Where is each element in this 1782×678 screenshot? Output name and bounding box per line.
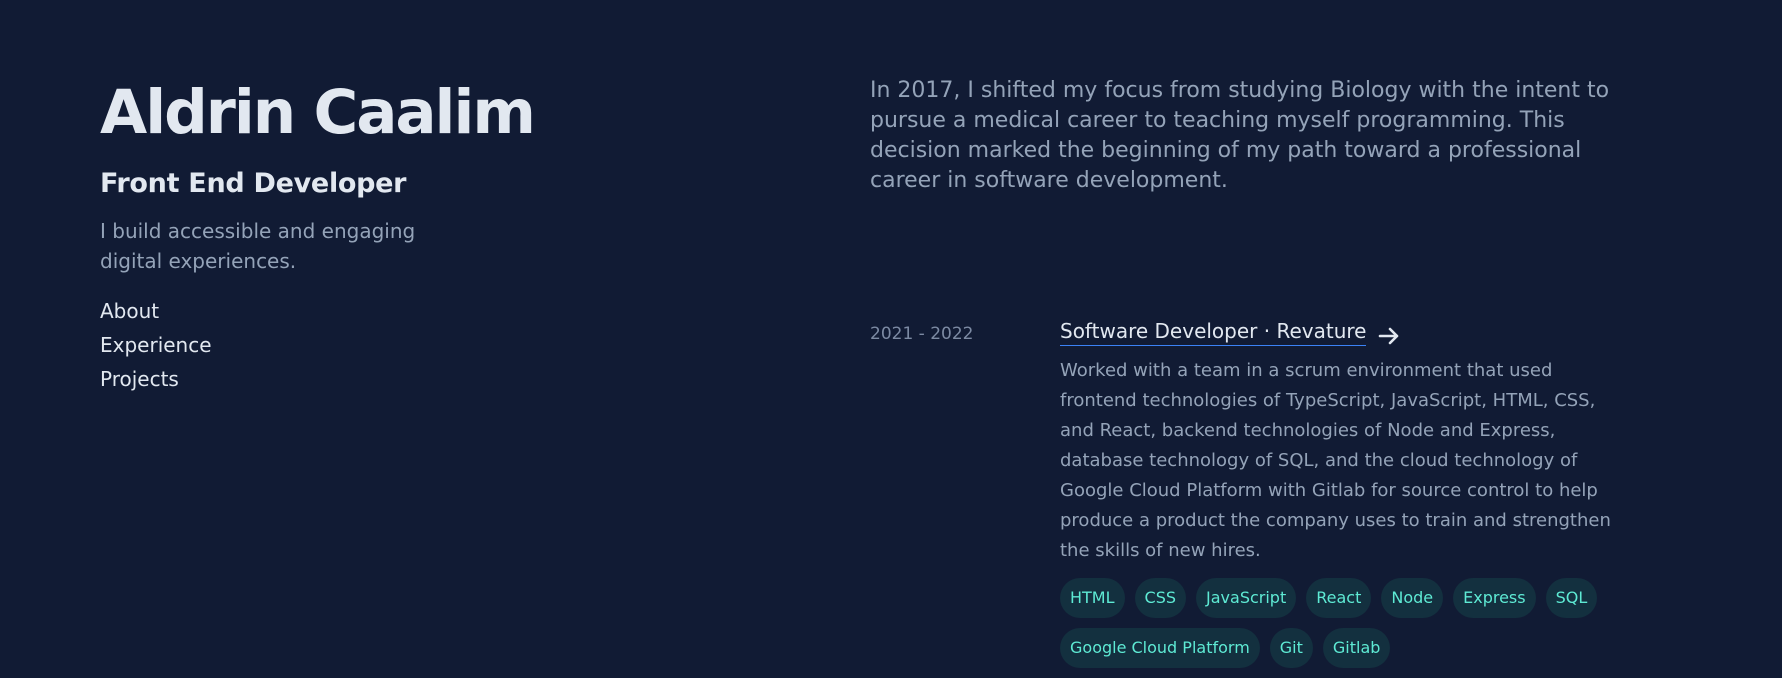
- tech-tag: Git: [1269, 628, 1313, 668]
- section-nav: About Experience Projects: [100, 294, 560, 396]
- experience-title: Software Developer · Revature: [1060, 318, 1367, 346]
- tech-tag: JavaScript: [1196, 578, 1297, 618]
- experience-body: Software Developer · Revature Worked wit…: [1060, 318, 1630, 668]
- arrow-right-icon: [1378, 323, 1400, 345]
- tech-tag: CSS: [1134, 578, 1187, 618]
- tech-tag: Gitlab: [1322, 628, 1391, 668]
- about-text: In 2017, I shifted my focus from studyin…: [870, 78, 1610, 193]
- nav-item-projects[interactable]: Projects: [100, 362, 179, 396]
- experience-title-link[interactable]: Software Developer · Revature: [1060, 318, 1400, 346]
- profile-role: Front End Developer: [100, 168, 407, 199]
- nav-item-about[interactable]: About: [100, 294, 159, 328]
- about-section: In 2017, I shifted my focus from studyin…: [870, 76, 1630, 196]
- tech-tag: Express: [1453, 578, 1536, 618]
- experience-description: Worked with a team in a scrum environmen…: [1060, 360, 1611, 561]
- profile-tagline: I build accessible and engaging digital …: [100, 219, 416, 273]
- portfolio-page: Aldrin Caalim Front End Developer I buil…: [0, 0, 1782, 678]
- profile-header: Aldrin Caalim Front End Developer I buil…: [100, 76, 560, 396]
- tech-tag: React: [1306, 578, 1372, 618]
- profile-name: Aldrin Caalim: [100, 77, 536, 148]
- tech-tag-list: HTML CSS JavaScript React Node Express S…: [1060, 578, 1630, 668]
- tech-tag: SQL: [1545, 578, 1598, 618]
- tech-tag: HTML: [1060, 578, 1125, 618]
- tech-tag: Node: [1381, 578, 1444, 618]
- experience-dates: 2021 - 2022: [870, 324, 974, 344]
- nav-item-experience[interactable]: Experience: [100, 328, 212, 362]
- tech-tag: Google Cloud Platform: [1060, 628, 1260, 668]
